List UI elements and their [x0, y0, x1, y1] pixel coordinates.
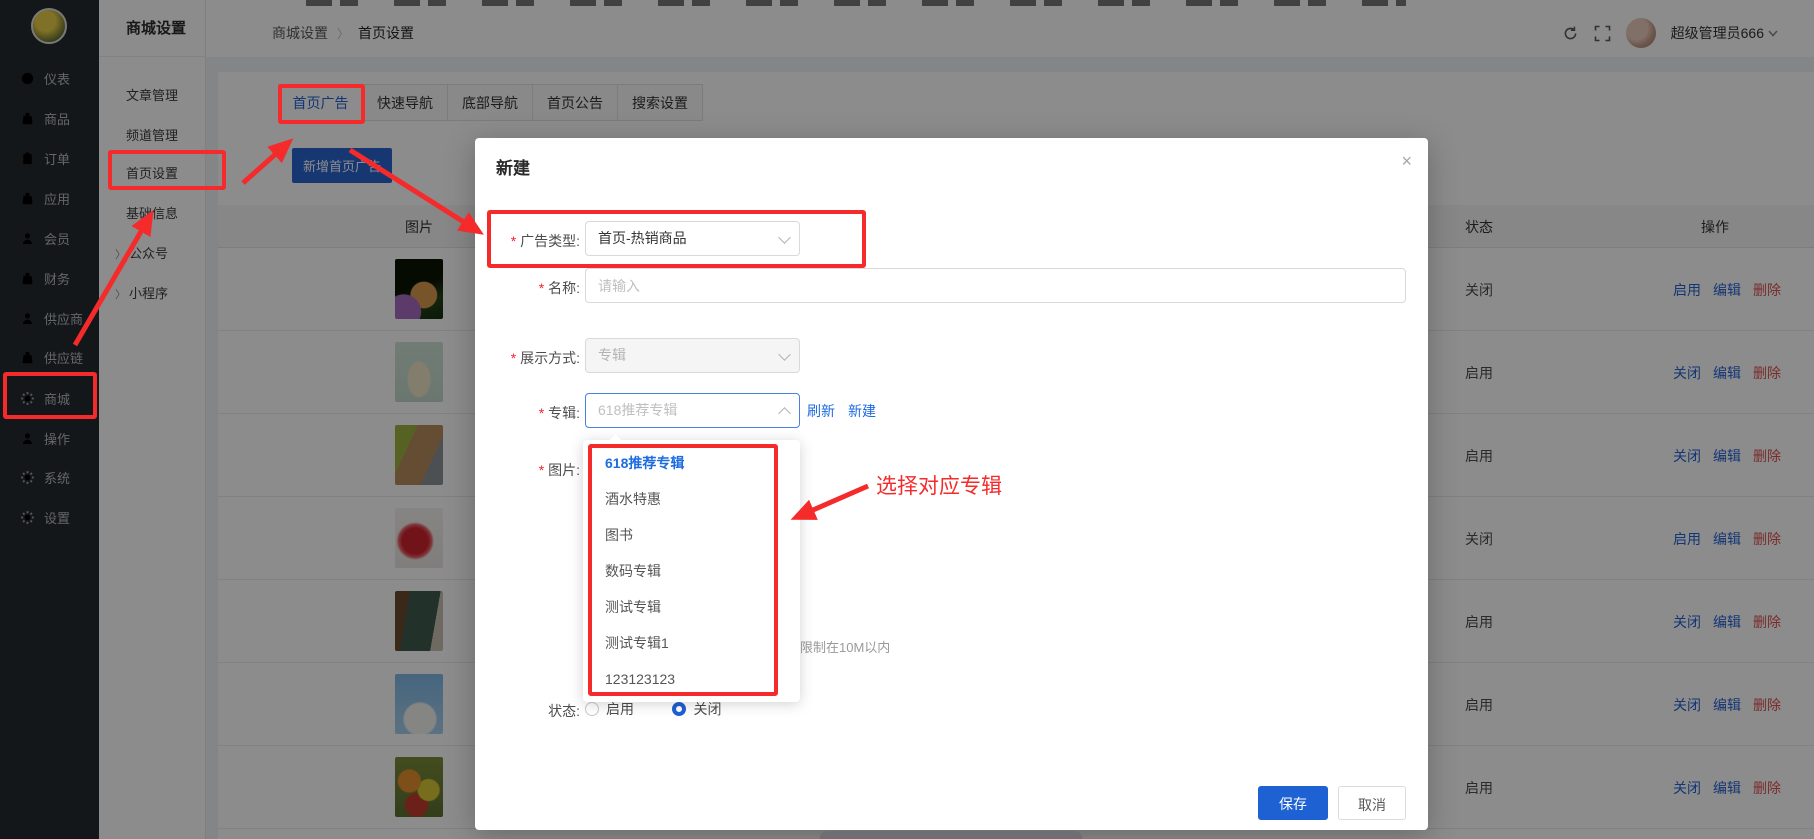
status-label: 状态:	[475, 701, 580, 721]
radio-icon	[585, 702, 599, 716]
display-mode-label: 展示方式:	[475, 348, 580, 368]
status-radio-disable[interactable]: 关闭	[672, 699, 721, 719]
album-option[interactable]: 618推荐专辑	[583, 445, 800, 481]
status-radio-enable[interactable]: 启用	[585, 699, 634, 719]
upload-size-hint: 限制在10M以内	[800, 637, 890, 656]
new-album-link[interactable]: 新建	[848, 401, 876, 421]
image-label: 图片:	[475, 460, 580, 480]
album-label: 专辑:	[475, 403, 580, 423]
album-option[interactable]: 123123123	[583, 661, 800, 697]
album-option[interactable]: 数码专辑	[583, 553, 800, 589]
close-icon[interactable]: ×	[1401, 152, 1412, 170]
chevron-up-icon	[778, 407, 791, 420]
ad-type-label: 广告类型:	[475, 231, 580, 251]
album-option[interactable]: 测试专辑1	[583, 625, 800, 661]
refresh-album-link[interactable]: 刷新	[807, 401, 835, 421]
name-label: 名称:	[475, 278, 580, 298]
radio-label: 关闭	[693, 699, 721, 719]
display-mode-select[interactable]: 专辑	[585, 338, 800, 373]
display-mode-value: 专辑	[598, 347, 626, 363]
album-dropdown: 618推荐专辑 酒水特惠 图书 数码专辑 测试专辑 测试专辑1 12312312…	[583, 440, 800, 702]
bottom-indicator-bar	[820, 831, 1082, 839]
ad-type-value: 首页-热销商品	[598, 230, 687, 246]
app-window: 仪表 商品 订单 应用 会员 财务 供应商 供应链 商城 操作 系统 设置 商城…	[0, 0, 1814, 839]
album-option[interactable]: 酒水特惠	[583, 481, 800, 517]
cancel-button[interactable]: 取消	[1338, 786, 1406, 820]
album-placeholder: 618推荐专辑	[598, 402, 677, 418]
album-option[interactable]: 测试专辑	[583, 589, 800, 625]
radio-label: 启用	[606, 699, 634, 719]
modal-title: 新建	[496, 154, 530, 179]
save-button[interactable]: 保存	[1258, 786, 1328, 820]
album-option[interactable]: 图书	[583, 517, 800, 553]
ad-type-select[interactable]: 首页-热销商品	[585, 221, 800, 256]
album-select[interactable]: 618推荐专辑	[585, 393, 800, 428]
name-input[interactable]	[585, 268, 1406, 303]
chevron-down-icon	[778, 348, 791, 361]
radio-checked-icon	[672, 702, 686, 716]
chevron-down-icon	[778, 231, 791, 244]
